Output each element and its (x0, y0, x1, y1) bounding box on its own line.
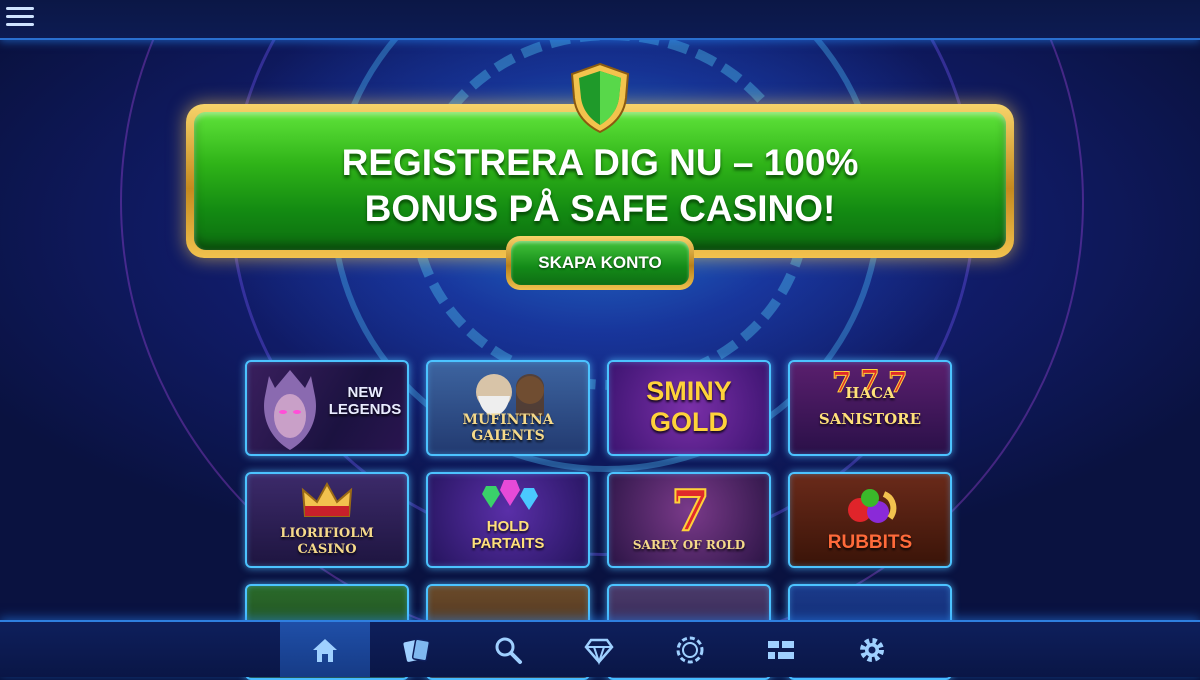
svg-text:7: 7 (832, 366, 851, 396)
fruit-art (848, 489, 897, 523)
svg-text:7: 7 (671, 482, 710, 536)
game-tile[interactable]: MUFINTNA GAIENTS (426, 360, 590, 456)
seven-art: 7 (670, 482, 711, 536)
game-title: LIORIFIOLM CASINO (280, 526, 374, 557)
nav-live-casino[interactable] (645, 622, 735, 677)
nav-categories[interactable] (736, 622, 826, 677)
game-tile[interactable]: RUBBITS (788, 472, 952, 568)
chip-icon (676, 636, 704, 663)
nav-search[interactable] (463, 622, 553, 677)
cards-icon (403, 638, 431, 662)
gear-icon (860, 637, 884, 662)
game-title: SMINY GOLD (646, 376, 732, 437)
sorceress-art (264, 370, 316, 450)
game-tile[interactable]: HACA SANISTORE 7 7 7 (788, 360, 952, 456)
nav-card-games[interactable] (372, 622, 462, 677)
game-title: RUBBITS (827, 532, 913, 553)
grid-icon (768, 640, 794, 659)
nav-vip[interactable] (554, 622, 644, 677)
sevens-art: 7 7 7 (832, 366, 908, 396)
bottom-navigation (0, 620, 1200, 677)
svg-text:7: 7 (860, 366, 879, 396)
game-tile[interactable]: LIORIFIOLM CASINO (245, 472, 409, 568)
top-bar (0, 0, 1200, 40)
create-account-button[interactable]: SKAPA KONTO (506, 236, 694, 290)
svg-text:7: 7 (888, 366, 907, 396)
game-tile[interactable]: NEW LEGENDS (245, 360, 409, 456)
nav-settings[interactable] (827, 622, 917, 677)
game-title: NEW LEGENDS (328, 384, 402, 418)
gems-art (482, 480, 538, 510)
home-icon (313, 638, 337, 662)
game-title: MUFINTNA GAIENTS (462, 412, 554, 444)
game-title: SAREY OF ROLD (632, 538, 746, 552)
create-account-label: SKAPA KONTO (511, 241, 689, 285)
diamond-icon (584, 638, 614, 665)
promo-title: REGISTRERA DIG NU – 100% BONUS PÅ SAFE C… (341, 142, 859, 229)
game-tile[interactable]: 7 SAREY OF ROLD (607, 472, 771, 568)
shield-icon (570, 62, 630, 134)
game-tile[interactable]: SMINY GOLD (607, 360, 771, 456)
crown-art (301, 481, 353, 517)
game-title: HOLD PARTAITS (471, 518, 545, 552)
game-tile[interactable]: HOLD PARTAITS (426, 472, 590, 568)
hamburger-menu-icon[interactable] (6, 7, 34, 29)
nav-home[interactable] (280, 622, 370, 677)
search-icon (495, 637, 522, 664)
